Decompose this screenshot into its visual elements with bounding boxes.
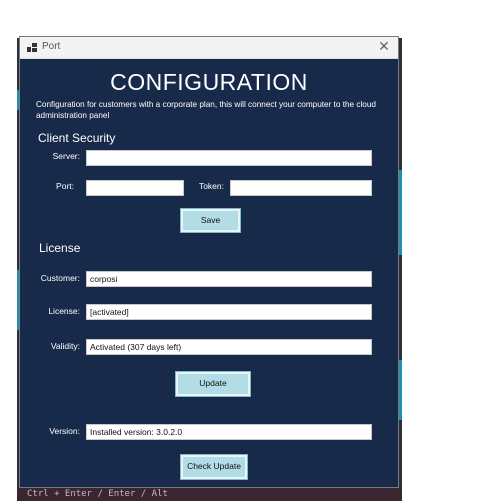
configuration-dialog: Port ✕ CONFIGURATION Configuration for c…: [19, 36, 399, 488]
license-heading: License: [39, 241, 81, 255]
description-text: Configuration for customers with a corpo…: [36, 100, 376, 120]
validity-field[interactable]: [86, 339, 372, 355]
page-title: CONFIGURATION: [110, 69, 308, 95]
app-icon: [27, 43, 37, 53]
background-status-text: Ctrl + Enter / Enter / Alt: [17, 488, 402, 501]
title-bar[interactable]: Port ✕: [20, 37, 398, 59]
validity-label: Validity:: [50, 341, 80, 351]
license-label: License:: [48, 306, 80, 316]
background-accent-strip: [399, 170, 402, 255]
background-accent-strip: [399, 360, 402, 420]
customer-field[interactable]: [86, 271, 372, 287]
update-button[interactable]: Update: [176, 372, 250, 396]
close-icon[interactable]: ✕: [376, 39, 392, 55]
license-field[interactable]: [86, 304, 372, 320]
server-label: Server:: [52, 151, 80, 161]
port-label: Port:: [56, 181, 74, 191]
dialog-content: CONFIGURATION Configuration for customer…: [20, 59, 398, 488]
server-field[interactable]: [86, 150, 372, 166]
version-label: Version:: [49, 426, 80, 436]
client-security-heading: Client Security: [38, 131, 116, 145]
port-field[interactable]: [86, 180, 184, 196]
token-field[interactable]: [230, 180, 372, 196]
window-title: Port: [42, 41, 61, 52]
customer-label: Customer:: [40, 273, 80, 283]
version-field[interactable]: [86, 424, 372, 440]
check-update-button[interactable]: Check Update: [181, 455, 247, 479]
token-label: Token:: [198, 181, 224, 191]
save-button[interactable]: Save: [181, 209, 240, 232]
